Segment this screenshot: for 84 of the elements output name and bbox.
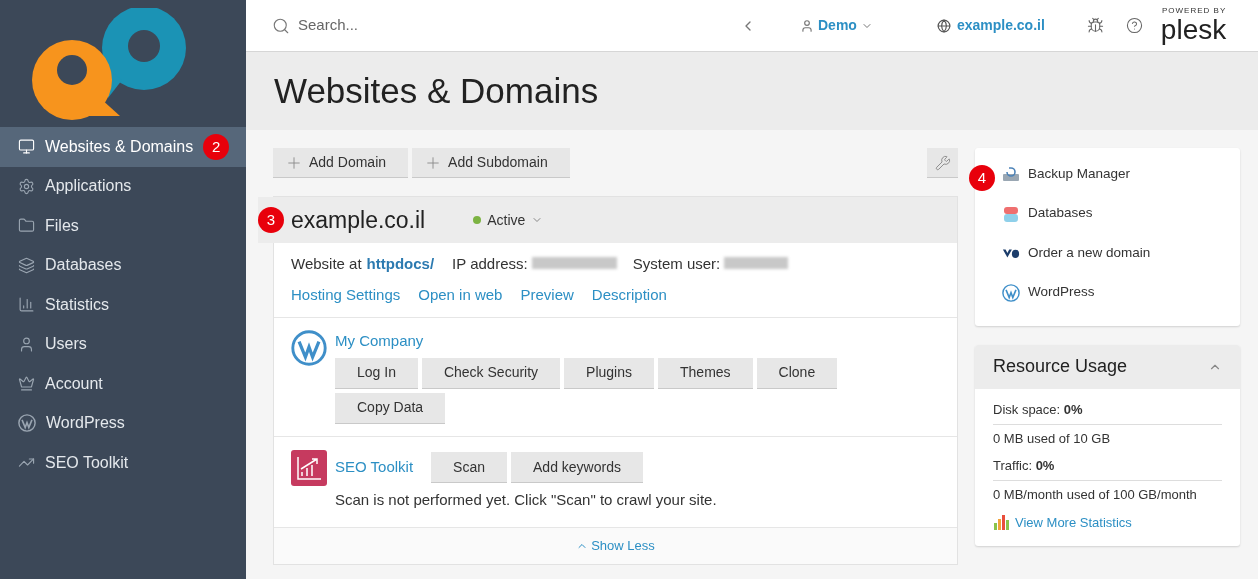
disk-icon	[1002, 166, 1020, 182]
layers-icon	[18, 256, 35, 274]
search-icon	[272, 16, 290, 35]
sidebar-item[interactable]: Websites & Domains 2	[0, 127, 246, 167]
side-link[interactable]: WordPress	[1002, 282, 1095, 303]
sidebar-label: Account	[45, 373, 103, 394]
sidebar-label: SEO Toolkit	[45, 452, 129, 473]
folder-icon	[18, 217, 35, 235]
sidebar-label: Applications	[45, 176, 132, 197]
globe-icon	[936, 18, 951, 33]
number-badge: 4	[969, 165, 995, 191]
sidebar-label: Files	[45, 215, 79, 236]
sidebar-item[interactable]: Applications	[0, 166, 246, 206]
usage-text: Traffic: 0%	[993, 457, 1055, 476]
sidebar-item[interactable]: WordPress	[0, 403, 246, 443]
sidebar-label: Websites & Domains	[45, 136, 194, 157]
user-icon	[800, 18, 814, 33]
usage-text: 0 MB used of 10 GB	[993, 429, 1111, 448]
help-icon[interactable]	[1125, 17, 1143, 34]
sidebar-item[interactable]: SEO Toolkit	[0, 443, 246, 483]
brand-caption: POWERED BY	[1162, 6, 1227, 15]
add-button[interactable]: Add Subdomain	[412, 148, 570, 178]
add-button[interactable]: Add Domain	[273, 148, 409, 178]
ip-label: IP address:	[452, 253, 528, 274]
action-button[interactable]: Add keywords	[511, 452, 643, 483]
bar-chart-icon	[993, 514, 1011, 531]
sidebar-item[interactable]: Users	[0, 324, 246, 364]
side-link[interactable]: Databases	[1002, 203, 1093, 224]
sidebar-label: Databases	[45, 255, 122, 276]
number-badge: 3	[258, 207, 284, 233]
search-field[interactable]: Search...	[298, 14, 598, 37]
settings-icon	[18, 177, 35, 195]
system-user-label: System user:	[632, 253, 721, 274]
website-label: Website at	[291, 253, 362, 274]
action-button[interactable]: Scan	[431, 452, 507, 483]
crown-icon	[18, 375, 35, 393]
bug-icon[interactable]	[1086, 17, 1104, 34]
show-less-link[interactable]: Show Less	[274, 528, 957, 564]
sidebar-label: WordPress	[46, 413, 125, 434]
wordpress-icon	[18, 414, 36, 433]
domain-link[interactable]: Hosting Settings	[291, 284, 401, 307]
domain-link[interactable]: example.co.il	[936, 15, 1045, 36]
bar-chart-icon	[18, 296, 35, 314]
action-button[interactable]: Clone	[756, 357, 838, 389]
page-title: Websites & Domains	[274, 69, 599, 112]
database-icon	[1003, 204, 1019, 223]
usage-text: Disk space: 0%	[993, 401, 1083, 420]
seo-chart-icon	[291, 449, 327, 486]
domain-name: example.co.il	[291, 205, 426, 235]
status-dropdown[interactable]: Active	[473, 209, 544, 231]
brand-logo: plesk	[1160, 14, 1227, 45]
wordpress-icon	[1002, 283, 1020, 302]
domain-link[interactable]: Description	[591, 284, 667, 307]
sidebar-item[interactable]: Account	[0, 364, 246, 404]
action-button[interactable]: Plugins	[564, 357, 654, 389]
action-button[interactable]: Log In	[335, 357, 418, 389]
action-button[interactable]: Copy Data	[335, 392, 446, 424]
blurred-text	[724, 256, 789, 269]
sidebar-label: Users	[45, 334, 87, 355]
statistics-link[interactable]: View More Statistics	[993, 512, 1222, 532]
resource-usage-header[interactable]: Resource Usage	[975, 344, 1240, 389]
side-link[interactable]: Backup Manager	[1002, 164, 1131, 184]
site-name-link[interactable]: My Company	[335, 329, 845, 352]
docroot-link[interactable]: httpdocs/	[366, 252, 435, 276]
scan-message: Scan is not performed yet. Click "Scan" to crawl your site.	[335, 489, 718, 510]
sidebar-label: Statistics	[45, 294, 109, 315]
user-menu[interactable]: Demo	[800, 15, 873, 36]
seo-link[interactable]: SEO Toolkit	[335, 456, 414, 479]
user-icon	[18, 335, 35, 353]
sidebar-item[interactable]: Databases	[0, 245, 246, 285]
action-button[interactable]: Check Security	[421, 357, 561, 389]
sidebar-item[interactable]: Files	[0, 206, 246, 246]
wrench-icon	[934, 154, 951, 171]
domain-link[interactable]: Preview	[520, 284, 574, 307]
wordpress-icon	[291, 329, 327, 366]
domain-link[interactable]: Open in web	[418, 284, 503, 307]
number-badge: 2	[203, 133, 230, 160]
action-button[interactable]: Themes	[658, 357, 753, 389]
side-link[interactable]: Order a new domain	[1002, 243, 1151, 263]
usage-text: 0 MB/month used of 100 GB/month	[993, 485, 1197, 504]
checkmark-logo-icon	[1002, 247, 1020, 259]
sidebar-item[interactable]: Statistics	[0, 285, 246, 325]
monitor-icon	[18, 138, 35, 156]
card-title: Resource Usage	[993, 355, 1128, 378]
